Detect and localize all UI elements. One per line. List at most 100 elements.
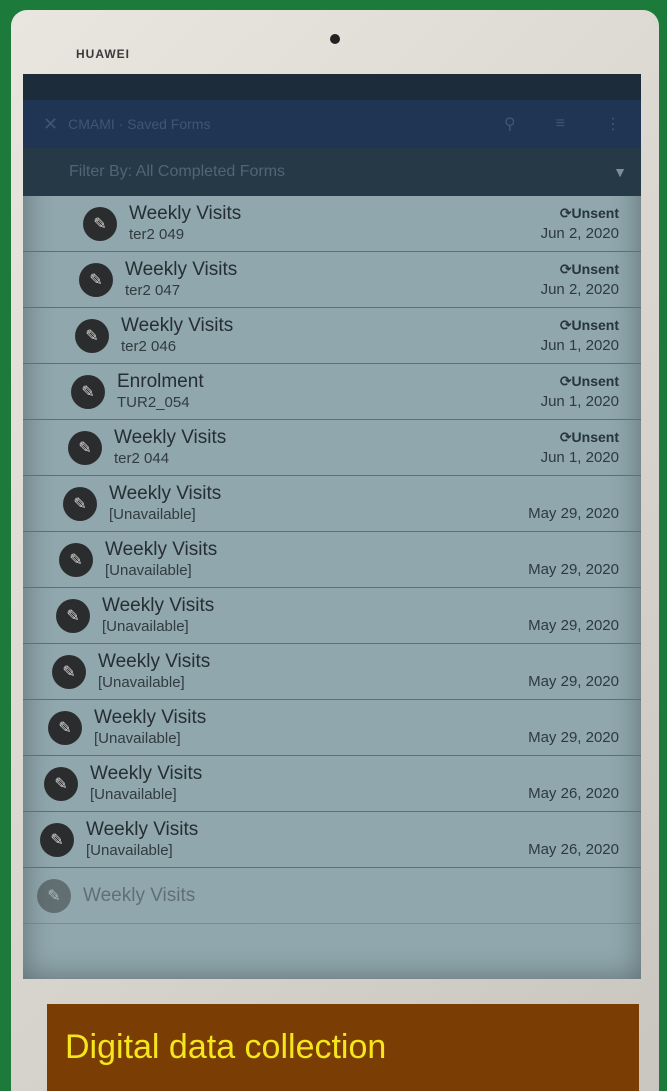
form-row-texts: Weekly Visits [Unavailable]: [109, 483, 528, 525]
form-row[interactable]: ✎ Weekly Visits [Unavailable] May 29, 2020: [23, 700, 641, 756]
pencil-icon: ✎: [75, 318, 109, 353]
pencil-icon: ✎: [44, 766, 78, 801]
status-badge: [528, 541, 619, 561]
sync-icon: ⟳: [559, 261, 572, 277]
form-row[interactable]: ✎ Weekly Visits ter2 047 ⟳Unsent Jun 2, 2020: [23, 252, 641, 308]
pencil-icon: ✎: [37, 878, 71, 913]
form-date: May 26, 2020: [528, 841, 619, 858]
form-name: Enrolment: [117, 370, 204, 392]
form-row-meta: ⟳Unsent Jun 2, 2020: [541, 261, 641, 298]
filter-bar[interactable]: Filter By: All Completed Forms ▼: [23, 148, 641, 196]
sync-icon: ⟳: [559, 317, 572, 333]
form-row[interactable]: ✎ Weekly Visits ter2 049 ⟳Unsent Jun 2, 2020: [23, 196, 641, 252]
status-badge: ⟳Unsent: [541, 373, 619, 393]
pencil-icon: ✎: [71, 374, 105, 409]
form-row-texts: Weekly Visits [Unavailable]: [90, 763, 528, 805]
status-bar: [23, 74, 641, 100]
form-date: Jun 1, 2020: [540, 337, 619, 354]
status-text: Unsent: [571, 317, 619, 333]
caption-text: Digital data collection: [65, 1028, 387, 1066]
form-date: Jun 2, 2020: [540, 225, 619, 242]
status-badge: ⟳Unsent: [541, 429, 619, 449]
pencil-icon: ✎: [63, 486, 97, 521]
sync-icon: ⟳: [559, 429, 572, 445]
form-name: Weekly Visits: [86, 818, 199, 840]
status-badge: [528, 597, 619, 617]
form-row[interactable]: ✎ Weekly Visits [Unavailable] May 26, 2020: [23, 812, 641, 868]
status-text: Unsent: [571, 429, 619, 445]
form-name: Weekly Visits: [83, 884, 196, 906]
form-instance: [Unavailable]: [109, 505, 196, 523]
form-row-texts: Weekly Visits ter2 044: [114, 427, 541, 469]
pencil-icon: ✎: [68, 430, 102, 465]
more-icon[interactable]: ⋮: [605, 114, 621, 134]
form-row[interactable]: ✎ Weekly Visits [Unavailable] May 29, 2020: [23, 476, 641, 532]
status-badge: ⟳Unsent: [541, 261, 619, 281]
form-row-texts: Weekly Visits [Unavailable]: [98, 651, 528, 693]
pencil-icon: ✎: [59, 542, 93, 577]
form-name: Weekly Visits: [125, 258, 238, 280]
pencil-icon: ✎: [79, 262, 113, 297]
form-row-texts: Weekly Visits [Unavailable]: [94, 707, 528, 749]
form-row-meta: ⟳Unsent Jun 1, 2020: [541, 429, 641, 466]
form-row-texts: Weekly Visits ter2 047: [125, 259, 541, 301]
pencil-icon: ✎: [48, 710, 82, 745]
status-badge: ⟳Unsent: [541, 317, 619, 337]
status-text: Unsent: [571, 205, 619, 221]
front-camera: [330, 34, 340, 44]
form-row[interactable]: ✎ Weekly Visits: [23, 868, 641, 924]
form-date: May 29, 2020: [528, 617, 619, 634]
status-badge: ⟳Unsent: [541, 205, 619, 225]
form-row-meta: ⟳Unsent Jun 2, 2020: [541, 205, 641, 242]
form-name: Weekly Visits: [102, 594, 215, 616]
form-date: Jun 2, 2020: [540, 281, 619, 298]
form-row[interactable]: ✎ Weekly Visits [Unavailable] May 29, 2020: [23, 588, 641, 644]
form-instance: [Unavailable]: [105, 561, 192, 579]
pencil-icon: ✎: [83, 206, 117, 241]
form-row[interactable]: ✎ Weekly Visits ter2 046 ⟳Unsent Jun 1, 2020: [23, 308, 641, 364]
caption-banner: Digital data collection: [47, 1004, 639, 1091]
form-row-meta: May 26, 2020: [528, 821, 641, 858]
form-instance: [Unavailable]: [102, 617, 189, 635]
form-row-meta: ⟳Unsent Jun 1, 2020: [541, 373, 641, 410]
form-name: Weekly Visits: [98, 650, 211, 672]
form-instance: ter2 044: [114, 449, 170, 467]
form-row-meta: ⟳Unsent Jun 1, 2020: [541, 317, 641, 354]
form-row-meta: May 26, 2020: [528, 765, 641, 802]
menu-icon[interactable]: ✕: [43, 114, 58, 135]
form-row[interactable]: ✎ Weekly Visits [Unavailable] May 29, 2020: [23, 644, 641, 700]
sync-icon: ⟳: [559, 205, 572, 221]
filter-icon[interactable]: ▼: [613, 164, 627, 180]
form-date: May 29, 2020: [528, 505, 619, 522]
form-row-texts: Weekly Visits [Unavailable]: [105, 539, 528, 581]
filter-label: Filter By: All Completed Forms: [69, 163, 286, 180]
form-row-meta: May 29, 2020: [528, 653, 641, 690]
form-row-meta: May 29, 2020: [528, 597, 641, 634]
form-date: May 29, 2020: [528, 673, 619, 690]
status-badge: [528, 485, 619, 505]
form-date: May 29, 2020: [528, 729, 619, 746]
form-row[interactable]: ✎ Weekly Visits [Unavailable] May 29, 2020: [23, 532, 641, 588]
form-row[interactable]: ✎ Weekly Visits ter2 044 ⟳Unsent Jun 1, 2020: [23, 420, 641, 476]
form-name: Weekly Visits: [94, 706, 207, 728]
app-title: CMAMI · Saved Forms: [68, 116, 211, 132]
sort-icon[interactable]: ≡: [556, 115, 565, 133]
status-badge: [528, 765, 619, 785]
form-date: May 29, 2020: [528, 561, 619, 578]
form-name: Weekly Visits: [121, 314, 234, 336]
device-brand: HUAWEI: [76, 47, 130, 61]
form-date: May 26, 2020: [528, 785, 619, 802]
search-icon[interactable]: ⚲: [504, 114, 516, 134]
form-row[interactable]: ✎ Enrolment TUR2_054 ⟳Unsent Jun 1, 2020: [23, 364, 641, 420]
pencil-icon: ✎: [52, 654, 86, 689]
form-date: Jun 1, 2020: [540, 449, 619, 466]
status-text: Unsent: [571, 261, 619, 277]
device-photo: HUAWEI ✕ CMAMI · Saved Forms ⚲ ≡ ⋮ Filte…: [11, 10, 659, 1091]
status-badge: [528, 821, 619, 841]
status-text: Unsent: [571, 373, 619, 389]
form-row-texts: Weekly Visits [Unavailable]: [102, 595, 528, 637]
form-name: Weekly Visits: [90, 762, 203, 784]
form-row-meta: [619, 886, 641, 906]
form-row[interactable]: ✎ Weekly Visits [Unavailable] May 26, 2020: [23, 756, 641, 812]
form-name: Weekly Visits: [114, 426, 227, 448]
